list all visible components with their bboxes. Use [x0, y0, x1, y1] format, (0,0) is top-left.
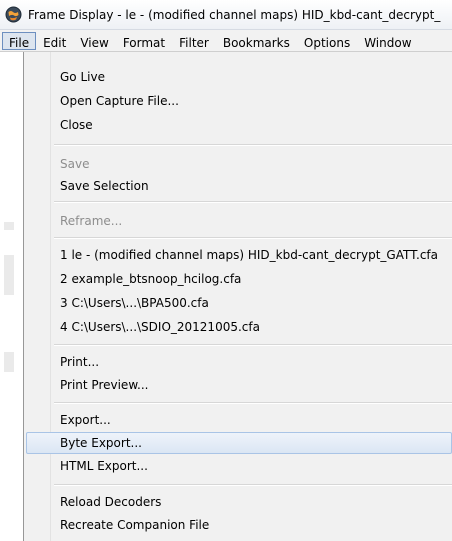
menu-item-print-preview[interactable]: Print Preview... [26, 374, 452, 396]
menu-window[interactable]: Window [357, 32, 418, 50]
menu-separator [54, 402, 452, 404]
menu-item-print[interactable]: Print... [26, 351, 452, 373]
menu-separator [54, 237, 452, 239]
menu-item-open-capture-file[interactable]: Open Capture File... [26, 90, 452, 112]
menu-item-go-live[interactable]: Go Live [26, 66, 452, 88]
menu-item-reframe[interactable]: Reframe... [26, 210, 452, 232]
background-mark [4, 222, 14, 230]
menu-bookmarks[interactable]: Bookmarks [216, 32, 297, 50]
app-globe-icon [5, 6, 22, 23]
menu-item-close[interactable]: Close [26, 114, 452, 136]
menu-item-reload-decoders[interactable]: Reload Decoders [26, 491, 452, 513]
window-title: Frame Display - le - (modified channel m… [28, 7, 441, 22]
menu-separator [54, 144, 452, 146]
menu-item-recent-file-4[interactable]: 4 C:\Users\...\SDIO_20121005.cfa [26, 316, 452, 338]
background-mark [4, 352, 14, 372]
menu-item-recent-file-2[interactable]: 2 example_btsnoop_hcilog.cfa [26, 268, 452, 290]
menu-filter[interactable]: Filter [172, 32, 216, 50]
menu-item-export[interactable]: Export... [26, 409, 452, 431]
menu-item-html-export[interactable]: HTML Export... [26, 455, 452, 477]
menu-item-save[interactable]: Save [26, 153, 452, 175]
menu-item-save-selection[interactable]: Save Selection [26, 175, 452, 197]
menu-file[interactable]: File [2, 31, 37, 50]
menu-format[interactable]: Format [116, 32, 172, 50]
menu-options[interactable]: Options [297, 32, 357, 50]
menubar: File Edit View Format Filter Bookmarks O… [0, 30, 452, 52]
menu-item-byte-export[interactable]: Byte Export... [26, 432, 452, 454]
menu-edit[interactable]: Edit [36, 32, 73, 50]
menu-item-recreate-companion-file[interactable]: Recreate Companion File [26, 514, 452, 536]
menu-separator [54, 484, 452, 486]
menu-item-recent-file-1[interactable]: 1 le - (modified channel maps) HID_kbd-c… [26, 244, 452, 266]
menu-separator [54, 344, 452, 346]
menu-separator [54, 201, 452, 203]
menu-view[interactable]: View [73, 32, 115, 50]
file-menu-dropdown: Go Live Open Capture File... Close Save … [23, 52, 452, 541]
menu-item-recent-file-3[interactable]: 3 C:\Users\...\BPA500.cfa [26, 292, 452, 314]
background-mark [4, 255, 14, 295]
background-window-edge [0, 52, 20, 541]
window-titlebar: Frame Display - le - (modified channel m… [0, 0, 452, 30]
